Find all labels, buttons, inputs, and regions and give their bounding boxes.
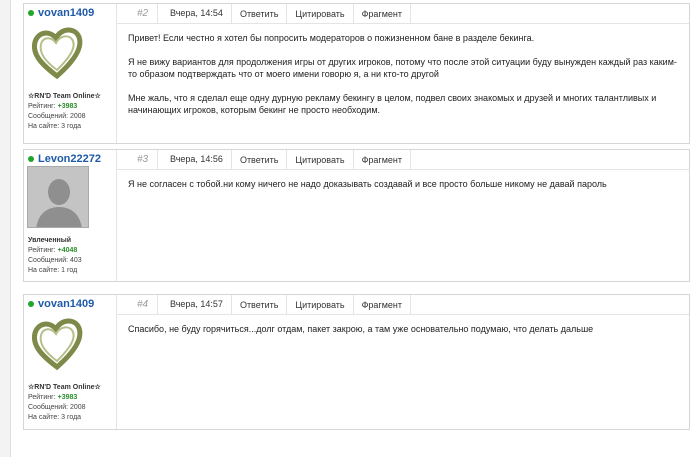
post-body: Привет! Если честно я хотел бы попросить…	[128, 32, 679, 128]
author-rating: Рейтинг: +3983	[28, 103, 78, 110]
post-author-panel: Levon22272 Увлеченный Рейтинг: +4048 Соо…	[24, 150, 117, 281]
author-name[interactable]: vovan1409	[28, 7, 94, 19]
post-toolbar: #2 Вчера, 14:54 Ответить Цитировать Фраг…	[117, 4, 689, 24]
reply-button[interactable]: Ответить	[230, 295, 286, 314]
author-name[interactable]: Levon22272	[28, 153, 101, 165]
quote-button[interactable]: Цитировать	[286, 150, 352, 169]
post-author-panel: vovan1409 ☆RN'D Team Online☆ Рейтинг: +3…	[24, 295, 117, 429]
author-info: ☆RN'D Team Online☆ Рейтинг: +3983 Сообще…	[28, 383, 101, 423]
post-number[interactable]: #4	[117, 295, 157, 314]
fragment-button[interactable]: Фрагмент	[352, 295, 411, 314]
author-name-label: Levon22272	[38, 153, 101, 165]
author-status-title: Увлеченный	[28, 237, 72, 244]
post: vovan1409 ☆RN'D Team Online☆ Рейтинг: +3…	[23, 3, 690, 144]
post-toolbar: #3 Вчера, 14:56 Ответить Цитировать Фраг…	[117, 150, 689, 170]
thread-container: vovan1409 ☆RN'D Team Online☆ Рейтинг: +3…	[10, 0, 700, 457]
heart-sculpture-avatar[interactable]	[27, 315, 88, 376]
post-paragraph: Спасибо, не буду горячиться...долг отдам…	[128, 324, 594, 334]
author-rating: Рейтинг: +4048	[28, 247, 78, 254]
fragment-button[interactable]: Фрагмент	[352, 4, 411, 23]
reply-button[interactable]: Ответить	[230, 4, 286, 23]
default-user-avatar[interactable]	[27, 166, 89, 228]
post-paragraph: Я не согласен с тобой.ни кому ничего не …	[128, 179, 607, 189]
post-author-panel: vovan1409 ☆RN'D Team Online☆ Рейтинг: +3…	[24, 4, 117, 143]
rating-value: +3983	[57, 103, 78, 110]
fragment-button[interactable]: Фрагмент	[352, 150, 411, 169]
author-name-label: vovan1409	[38, 7, 95, 19]
quote-button[interactable]: Цитировать	[286, 4, 352, 23]
author-name[interactable]: vovan1409	[28, 298, 94, 310]
post-number[interactable]: #2	[117, 4, 157, 23]
author-rating: Рейтинг: +3983	[28, 394, 78, 401]
heart-sculpture-avatar[interactable]	[27, 24, 88, 85]
author-status-title: ☆RN'D Team Online☆	[28, 93, 101, 100]
post-body: Спасибо, не буду горячиться...долг отдам…	[128, 323, 679, 347]
reply-button[interactable]: Ответить	[230, 150, 286, 169]
author-onsite: На сайте: 3 года	[28, 414, 82, 421]
author-messages: Сообщений: 2008	[28, 404, 86, 411]
post-body: Я не согласен с тобой.ни кому ничего не …	[128, 178, 679, 202]
online-status-icon	[28, 301, 34, 307]
author-status-title: ☆RN'D Team Online☆	[28, 384, 101, 391]
author-messages: Сообщений: 403	[28, 257, 82, 264]
post-toolbar: #4 Вчера, 14:57 Ответить Цитировать Фраг…	[117, 295, 689, 315]
post-date: Вчера, 14:57	[157, 295, 231, 314]
author-messages: Сообщений: 2008	[28, 113, 86, 120]
online-status-icon	[28, 156, 34, 162]
post-number[interactable]: #3	[117, 150, 157, 169]
post-paragraph: Мне жаль, что я сделал еще одну дурную р…	[128, 93, 657, 115]
rating-value: +4048	[57, 247, 78, 254]
post-paragraph: Привет! Если честно я хотел бы попросить…	[128, 33, 535, 43]
post: Levon22272 Увлеченный Рейтинг: +4048 Соо…	[23, 149, 690, 282]
author-info: ☆RN'D Team Online☆ Рейтинг: +3983 Сообще…	[28, 92, 101, 132]
author-info: Увлеченный Рейтинг: +4048 Сообщений: 403…	[28, 236, 82, 276]
author-onsite: На сайте: 3 года	[28, 123, 82, 130]
online-status-icon	[28, 10, 34, 16]
quote-button[interactable]: Цитировать	[286, 295, 352, 314]
post-date: Вчера, 14:56	[157, 150, 231, 169]
post: vovan1409 ☆RN'D Team Online☆ Рейтинг: +3…	[23, 294, 690, 430]
rating-value: +3983	[57, 394, 78, 401]
author-name-label: vovan1409	[38, 298, 95, 310]
post-paragraph: Я не вижу вариантов для продолжения игры…	[128, 57, 677, 79]
post-date: Вчера, 14:54	[157, 4, 231, 23]
author-onsite: На сайте: 1 год	[28, 267, 78, 274]
